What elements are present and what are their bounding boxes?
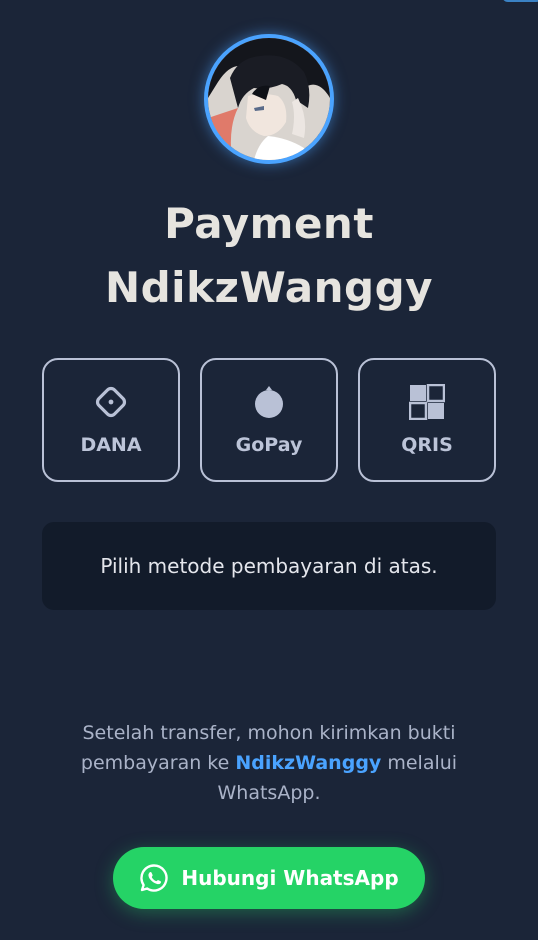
corner-decoration (502, 0, 538, 2)
page-title: Payment NdikzWanggy (0, 192, 538, 320)
method-dana-button[interactable]: DANA (42, 358, 180, 482)
payment-methods: DANA GoPay QRIS (42, 358, 496, 482)
whatsapp-contact-button[interactable]: Hubungi WhatsApp (113, 847, 425, 909)
avatar-image (208, 38, 330, 160)
title-line-2: NdikzWanggy (104, 263, 434, 312)
method-dana-label: DANA (80, 434, 142, 456)
transfer-note: Setelah transfer, mohon kirimkan bukti p… (74, 718, 464, 808)
payment-page: Payment NdikzWanggy DANA GoPay QRIS Pili… (0, 0, 538, 940)
qr-grid-icon (409, 384, 445, 420)
info-text: Pilih metode pembayaran di atas. (100, 554, 438, 578)
method-qris-label: QRIS (401, 434, 453, 456)
whatsapp-button-label: Hubungi WhatsApp (181, 866, 399, 890)
title-line-1: Payment (164, 199, 374, 248)
whatsapp-icon (139, 863, 169, 893)
payment-info-panel: Pilih metode pembayaran di atas. (42, 522, 496, 610)
method-qris-button[interactable]: QRIS (358, 358, 496, 482)
method-gopay-label: GoPay (235, 434, 303, 456)
note-highlight-name: NdikzWanggy (235, 752, 382, 774)
diamond-icon (93, 384, 129, 420)
method-gopay-button[interactable]: GoPay (200, 358, 338, 482)
avatar (204, 34, 334, 164)
circle-drop-icon (251, 384, 287, 420)
